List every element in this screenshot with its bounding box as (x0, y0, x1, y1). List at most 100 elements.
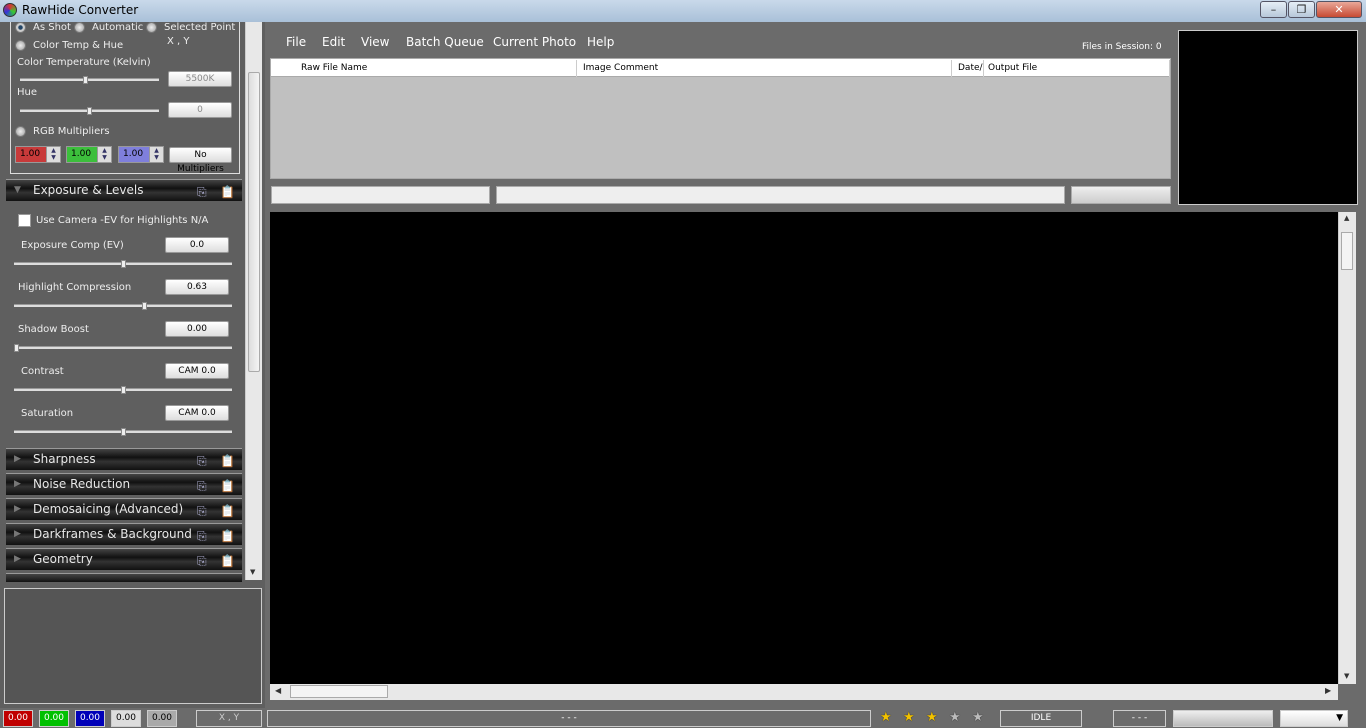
slider-thumb[interactable] (120, 260, 126, 268)
color-temp-hue-radio[interactable] (15, 40, 26, 51)
slider-thumb[interactable] (120, 386, 126, 394)
menu-item[interactable]: Help (587, 35, 614, 49)
rating-star-icon[interactable]: ★ (880, 710, 892, 725)
spinner-icon[interactable]: ▲ ▼ (46, 147, 60, 162)
rating-star-icon[interactable]: ★ (972, 710, 984, 725)
scroll-down-icon[interactable]: ▼ (250, 568, 255, 576)
menu-item[interactable]: Edit (322, 35, 345, 49)
green-readout: 0.00 (39, 710, 69, 727)
column-header[interactable]: Output File (984, 60, 1170, 77)
exposure-control-label: Saturation (21, 408, 74, 419)
section-exposure-levels[interactable]: ▼ Exposure & Levels ⎘ 📋 (6, 179, 242, 201)
exposure-control-value[interactable]: CAM 0.0 (165, 363, 229, 379)
minimize-button[interactable]: – (1260, 1, 1287, 18)
as-shot-radio[interactable] (15, 22, 26, 33)
copy-settings-icon[interactable]: ⎘ (197, 451, 207, 472)
viewer-vscrollbar[interactable]: ▲ ▼ (1338, 212, 1356, 684)
red-multiplier-field[interactable]: 1.00 ▲ ▼ (15, 146, 61, 163)
paste-settings-icon[interactable]: 📋 (220, 476, 235, 497)
paste-settings-icon[interactable]: 📋 (220, 551, 235, 572)
scroll-left-icon[interactable]: ◀ (275, 686, 281, 695)
section-header[interactable]: ▶ Geometry ⎘ 📋 (6, 548, 242, 570)
rgb-multipliers-label: RGB Multipliers (33, 126, 110, 137)
exposure-control-slider[interactable] (14, 344, 232, 352)
viewer-hscrollbar[interactable]: ◀ ▶ (270, 684, 1338, 700)
paste-settings-icon[interactable]: 📋 (220, 182, 235, 203)
slider-thumb[interactable] (120, 428, 126, 436)
paste-settings-icon[interactable]: 📋 (220, 526, 235, 547)
column-header[interactable]: Date/ (954, 60, 984, 77)
automatic-radio[interactable] (74, 22, 85, 33)
apply-button[interactable] (1071, 186, 1171, 204)
slider-thumb[interactable] (141, 302, 147, 310)
maximize-button[interactable]: ❐ (1288, 1, 1315, 18)
menu-item[interactable]: View (361, 35, 389, 49)
scroll-up-icon[interactable]: ▲ (1344, 214, 1349, 222)
exposure-control-slider[interactable] (14, 260, 232, 268)
exposure-control-value[interactable]: 0.63 (165, 279, 229, 295)
paste-settings-icon[interactable]: 📋 (220, 451, 235, 472)
exposure-control-slider[interactable] (14, 386, 232, 394)
image-comment-input[interactable] (496, 186, 1065, 204)
copy-settings-icon[interactable]: ⎘ (197, 476, 207, 497)
hue-field[interactable]: 0 (168, 102, 232, 118)
rating-star-icon[interactable]: ★ (926, 710, 938, 725)
scrollbar-thumb[interactable] (290, 685, 388, 698)
hue-label: Hue (17, 87, 38, 98)
menu-item[interactable]: Current Photo (493, 35, 576, 49)
scroll-down-icon[interactable]: ▼ (1344, 672, 1349, 680)
exposure-control-value[interactable]: 0.0 (165, 237, 229, 253)
spinner-icon[interactable]: ▲ ▼ (97, 147, 111, 162)
section-title: Geometry (33, 552, 93, 566)
selected-point-radio[interactable] (146, 22, 157, 33)
section-header[interactable]: ▶ Sharpness ⎘ 📋 (6, 448, 242, 470)
status-info: - - - (267, 710, 871, 727)
rating-star-icon[interactable]: ★ (949, 710, 961, 725)
section-header-partial[interactable] (6, 573, 242, 582)
rating-star-icon[interactable]: ★ (903, 710, 915, 725)
scrollbar-thumb[interactable] (248, 72, 260, 372)
column-header[interactable]: Image Comment (579, 60, 952, 77)
image-viewer (270, 212, 1338, 684)
status-extra: - - - (1113, 710, 1166, 727)
slider-thumb[interactable] (87, 107, 92, 115)
section-header[interactable]: ▶ Noise Reduction ⎘ 📋 (6, 473, 242, 495)
color-temperature-slider[interactable] (20, 76, 159, 84)
blue-multiplier-field[interactable]: 1.00 ▲ ▼ (118, 146, 164, 163)
exposure-control-value[interactable]: CAM 0.0 (165, 405, 229, 421)
spinner-icon[interactable]: ▲ ▼ (149, 147, 163, 162)
chevron-right-icon: ▶ (14, 529, 21, 539)
paste-settings-icon[interactable]: 📋 (220, 501, 235, 522)
copy-settings-icon[interactable]: ⎘ (197, 551, 207, 572)
file-filter-input[interactable] (271, 186, 490, 204)
scroll-right-icon[interactable]: ▶ (1325, 686, 1331, 695)
exposure-control-label: Highlight Compression (18, 282, 132, 293)
progress-bar (1173, 710, 1273, 727)
menu-item[interactable]: File (286, 35, 306, 49)
output-format-dropdown[interactable]: ▼ (1280, 710, 1348, 727)
color-temperature-field[interactable]: 5500K (168, 71, 232, 87)
slider-thumb[interactable] (14, 344, 19, 352)
section-title: Darkframes & Background (33, 527, 192, 541)
column-header[interactable]: Raw File Name (297, 60, 577, 77)
hue-slider[interactable] (20, 107, 159, 115)
luminance-readout: 0.00 (111, 710, 141, 727)
exposure-control-value[interactable]: 0.00 (165, 321, 229, 337)
green-multiplier-field[interactable]: 1.00 ▲ ▼ (66, 146, 112, 163)
rgb-multipliers-radio[interactable] (15, 126, 26, 137)
use-camera-ev-checkbox[interactable] (18, 214, 31, 227)
close-button[interactable]: ✕ (1316, 1, 1362, 18)
scrollbar-thumb[interactable] (1341, 232, 1353, 270)
exposure-control-slider[interactable] (14, 428, 232, 436)
no-multipliers-button[interactable]: No Multipliers (169, 147, 232, 174)
automatic-label: Automatic (92, 22, 144, 33)
slider-thumb[interactable] (83, 76, 88, 84)
copy-settings-icon[interactable]: ⎘ (197, 501, 207, 522)
section-header[interactable]: ▶ Darkframes & Background ⎘ 📋 (6, 523, 242, 545)
copy-settings-icon[interactable]: ⎘ (197, 526, 207, 547)
settings-scrollbar[interactable]: ▼ (245, 22, 262, 580)
menu-item[interactable]: Batch Queue (406, 35, 484, 49)
exposure-control-slider[interactable] (14, 302, 232, 310)
copy-settings-icon[interactable]: ⎘ (197, 182, 207, 203)
section-header[interactable]: ▶ Demosaicing (Advanced) ⎘ 📋 (6, 498, 242, 520)
